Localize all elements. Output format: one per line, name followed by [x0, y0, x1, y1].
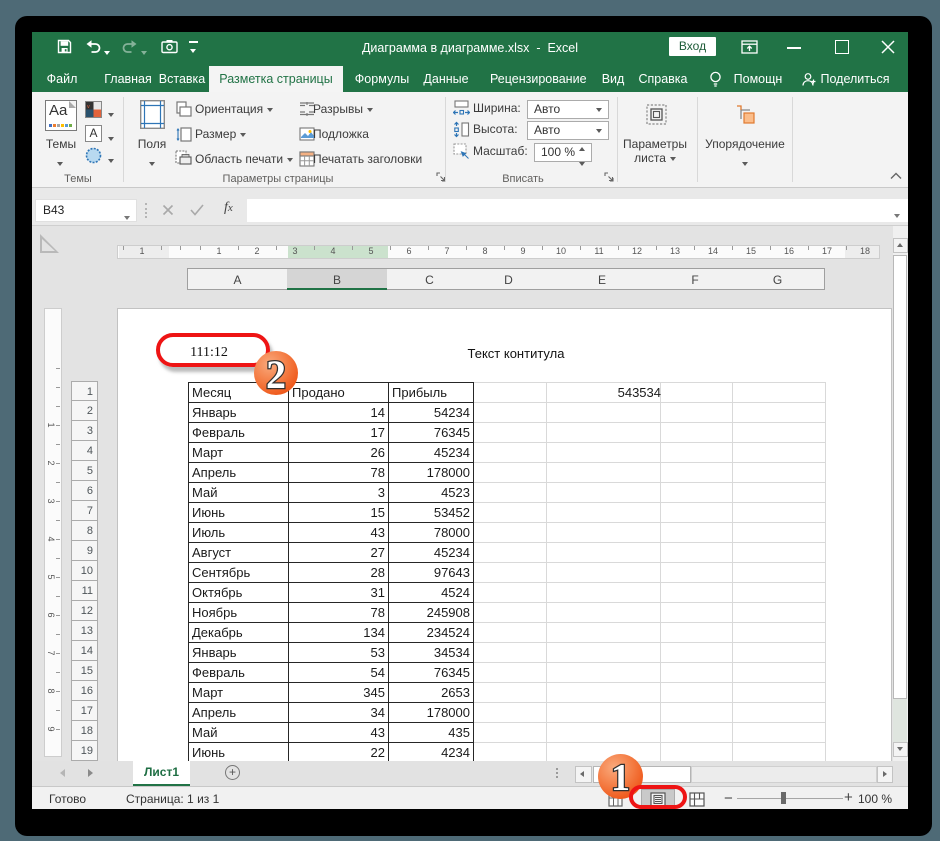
svg-text:v: v — [87, 104, 90, 110]
